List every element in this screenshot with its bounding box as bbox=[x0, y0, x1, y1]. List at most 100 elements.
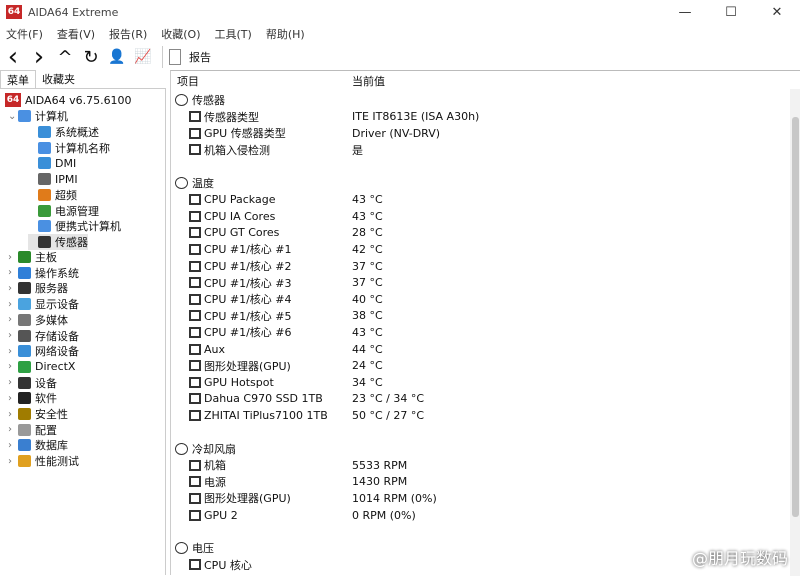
table-row[interactable]: 图形处理器(GPU) bbox=[189, 358, 291, 374]
table-row[interactable]: CPU #1/核心 #1 bbox=[189, 241, 292, 257]
tree-item-7[interactable]: 传感器 bbox=[28, 233, 88, 250]
table-row[interactable]: CPU #1/核心 #4 bbox=[189, 291, 292, 307]
tree-label: 服务器 bbox=[35, 282, 68, 296]
table-row[interactable]: 图形处理器(GPU) bbox=[189, 490, 291, 506]
table-row[interactable]: CPU #1/核心 #2 bbox=[189, 258, 292, 274]
table-row[interactable]: Aux bbox=[189, 341, 225, 357]
tab-menu[interactable]: 菜单 bbox=[0, 70, 36, 88]
table-row[interactable]: CPU #1/核心 #6 bbox=[189, 324, 292, 340]
column-header-item[interactable]: 项目 bbox=[177, 73, 199, 89]
tree-item-top-13[interactable]: › 性能测试 bbox=[8, 453, 79, 469]
user-icon[interactable]: 👤 bbox=[104, 45, 130, 69]
tree-item-top-0-icon bbox=[18, 251, 31, 263]
tree-item-top-1[interactable]: › 操作系统 bbox=[8, 265, 79, 281]
tree-item-top-8[interactable]: › 设备 bbox=[8, 375, 57, 391]
forward-button[interactable]: › bbox=[26, 42, 52, 72]
table-row[interactable]: CPU #1/核心 #5 bbox=[189, 308, 292, 324]
chevron-right-icon[interactable]: › bbox=[8, 440, 18, 451]
tree-item-top-9[interactable]: › 软件 bbox=[8, 390, 57, 406]
table-row[interactable]: GPU 传感器类型 bbox=[189, 125, 286, 141]
tree-item-4[interactable]: 超频 bbox=[28, 187, 77, 203]
chevron-right-icon[interactable]: › bbox=[8, 346, 18, 357]
back-button[interactable]: ‹ bbox=[0, 42, 26, 72]
section-title: 冷却风扇 bbox=[192, 442, 236, 456]
tree-item-top-10[interactable]: › 安全性 bbox=[8, 406, 68, 422]
tree-label: 传感器 bbox=[55, 235, 88, 249]
tree-item-top-5[interactable]: › 存储设备 bbox=[8, 328, 79, 344]
chevron-right-icon[interactable]: › bbox=[8, 424, 18, 435]
table-row[interactable]: GPU 2 bbox=[189, 507, 238, 523]
chevron-right-icon[interactable]: › bbox=[8, 361, 18, 372]
chevron-right-icon[interactable]: › bbox=[8, 377, 18, 388]
tree-item-2[interactable]: DMI bbox=[28, 155, 76, 171]
tree-item-5[interactable]: 电源管理 bbox=[28, 203, 99, 219]
tree-item-6[interactable]: 便携式计算机 bbox=[28, 218, 121, 234]
chevron-right-icon[interactable]: › bbox=[8, 267, 18, 278]
tree-item-top-6[interactable]: › 网络设备 bbox=[8, 343, 79, 359]
chevron-right-icon[interactable]: › bbox=[8, 299, 18, 310]
chevron-right-icon[interactable]: › bbox=[8, 393, 18, 404]
menu-item[interactable]: 工具(T) bbox=[215, 26, 252, 44]
scrollbar-thumb[interactable] bbox=[792, 117, 799, 517]
table-row[interactable]: CPU IA Cores bbox=[189, 208, 275, 224]
tree-item-top-12[interactable]: › 数据库 bbox=[8, 437, 68, 453]
chevron-down-icon[interactable]: ⌄ bbox=[8, 111, 18, 122]
chevron-right-icon[interactable]: › bbox=[8, 409, 18, 420]
tree-label: 操作系统 bbox=[35, 266, 79, 280]
menu-item[interactable]: 报告(R) bbox=[109, 26, 147, 44]
thermometer-icon bbox=[175, 177, 188, 189]
tree-item-computer[interactable]: ⌄ 计算机 bbox=[8, 108, 68, 124]
table-row[interactable]: ZHITAI TiPlus7100 1TB bbox=[189, 407, 328, 423]
menu-item[interactable]: 收藏(O) bbox=[161, 26, 200, 44]
item-label: Aux bbox=[204, 342, 226, 356]
table-row[interactable]: CPU #1/核心 #3 bbox=[189, 275, 292, 291]
tree-label: 数据库 bbox=[35, 439, 68, 453]
section-header[interactable]: 电压 bbox=[175, 540, 214, 556]
maximize-button[interactable]: ☐ bbox=[708, 0, 754, 24]
column-header-value[interactable]: 当前值 bbox=[352, 73, 385, 89]
up-button[interactable]: ^ bbox=[52, 45, 78, 69]
tree-item-top-1-icon bbox=[18, 266, 31, 279]
menu-item[interactable]: 查看(V) bbox=[57, 26, 95, 44]
tree-item-top-11[interactable]: › 配置 bbox=[8, 422, 57, 438]
chevron-right-icon[interactable]: › bbox=[8, 330, 18, 341]
section-header[interactable]: 冷却风扇 bbox=[175, 441, 236, 457]
tree-item-top-3[interactable]: › 显示设备 bbox=[8, 296, 79, 312]
tree-item-3[interactable]: IPMI bbox=[28, 171, 78, 187]
minimize-button[interactable]: — bbox=[662, 0, 708, 24]
table-row[interactable]: 电源 bbox=[189, 474, 226, 490]
table-row[interactable]: CPU 核心 bbox=[189, 557, 252, 573]
table-row[interactable]: 传感器类型 bbox=[189, 109, 259, 125]
chevron-right-icon[interactable]: › bbox=[8, 283, 18, 294]
tree-item-0-icon bbox=[38, 126, 51, 138]
chevron-right-icon[interactable]: › bbox=[8, 314, 18, 325]
item-label: 传感器类型 bbox=[204, 110, 259, 124]
chevron-right-icon[interactable]: › bbox=[8, 252, 18, 263]
menu-item[interactable]: 帮助(H) bbox=[266, 26, 305, 44]
table-row[interactable]: Dahua C970 SSD 1TB bbox=[189, 391, 323, 407]
close-button[interactable]: ✕ bbox=[754, 0, 800, 24]
voltage-icon bbox=[175, 542, 188, 555]
tree-item-top-0[interactable]: › 主板 bbox=[8, 249, 57, 265]
tree-item-top-2[interactable]: › 服务器 bbox=[8, 280, 68, 296]
section-header[interactable]: 传感器 bbox=[175, 92, 225, 108]
report-button[interactable]: 报告 bbox=[169, 49, 211, 65]
tree-item-top-8-icon bbox=[18, 376, 31, 389]
tree-item-1[interactable]: 计算机名称 bbox=[28, 140, 110, 156]
tree-item-top-7[interactable]: › DirectX bbox=[8, 359, 75, 375]
table-row[interactable]: 机箱 bbox=[189, 457, 226, 473]
sensor-item-icon bbox=[189, 393, 201, 405]
tree-item-top-4[interactable]: › 多媒体 bbox=[8, 312, 68, 328]
tree-item-0[interactable]: 系统概述 bbox=[28, 124, 99, 140]
chevron-right-icon[interactable]: › bbox=[8, 456, 18, 467]
table-row[interactable]: CPU GT Cores bbox=[189, 225, 279, 241]
refresh-button[interactable]: ↻ bbox=[78, 45, 104, 69]
table-row[interactable]: 机箱入侵检测 bbox=[189, 142, 270, 158]
table-row[interactable]: GPU Hotspot bbox=[189, 374, 274, 390]
tree-root[interactable]: 64 AIDA64 v6.75.6100 bbox=[5, 92, 132, 108]
table-row[interactable]: CPU Package bbox=[189, 192, 275, 208]
scrollbar[interactable] bbox=[790, 89, 800, 576]
tab-favorites[interactable]: 收藏夹 bbox=[36, 70, 81, 88]
section-header[interactable]: 温度 bbox=[175, 175, 214, 191]
chart-icon[interactable]: 📈 bbox=[130, 45, 156, 69]
